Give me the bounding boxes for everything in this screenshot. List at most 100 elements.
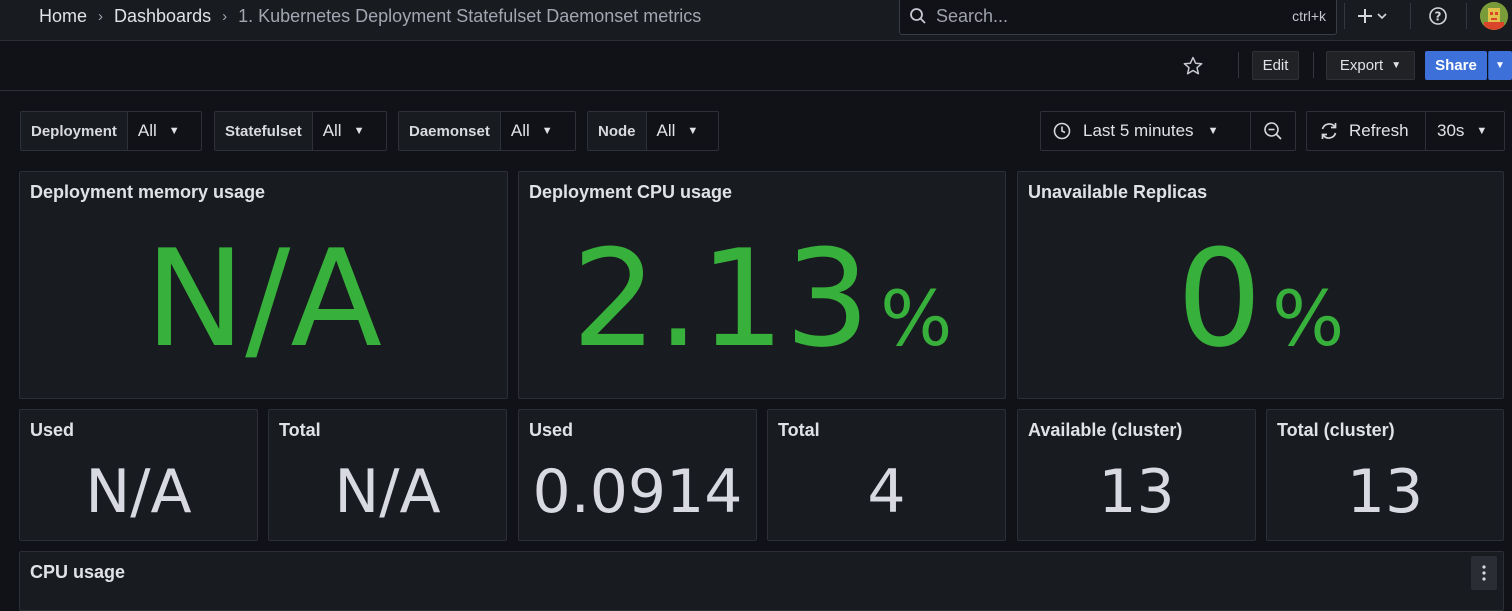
panel-title: Deployment CPU usage [529,182,733,202]
panel-title: Used [529,420,574,440]
panel-cpu-used[interactable]: Used 0.0914 [518,409,757,541]
favorite-button[interactable] [1182,55,1204,77]
share-options-button[interactable]: ▼ [1488,51,1512,80]
stat-value: N/A [85,457,192,527]
refresh-interval: 30s [1437,121,1465,140]
panel-memory-total[interactable]: Total N/A [268,409,507,541]
panel-title: Total (cluster) [1277,420,1395,440]
svg-text:?: ? [1435,10,1442,24]
panel-title: Deployment memory usage [30,182,266,202]
time-picker: Last 5 minutes ▼ [1040,111,1296,151]
stat-unit: % [880,274,953,363]
panel-deployment-cpu[interactable]: Deployment CPU usage 2.13 % [518,171,1006,399]
variable-select[interactable]: All ▼ [313,112,375,150]
star-icon [1183,56,1203,75]
stat-value: 13 [1346,457,1424,527]
variable-daemonset[interactable]: Daemonset All ▼ [398,111,576,151]
chevron-down-icon: ▼ [1476,125,1488,137]
help-button[interactable]: ? [1426,5,1450,27]
refresh-button[interactable]: Refresh [1307,112,1426,150]
chevron-down-icon: ▼ [1495,60,1505,71]
add-menu-button[interactable] [1352,4,1392,28]
refresh-interval-select[interactable]: 30s ▼ [1426,112,1504,150]
breadcrumb-current: 1. Kubernetes Deployment Statefulset Dae… [238,6,702,26]
search-icon [910,8,926,24]
chevron-down-icon: ▼ [541,125,553,137]
search-placeholder: Search... [936,6,1009,26]
stat-value: 13 [1098,457,1175,527]
divider [1344,3,1345,29]
edit-button[interactable]: Edit [1252,51,1299,80]
chevron-right-icon: › [222,8,228,25]
stat-number: 2.13 [571,221,871,377]
chevron-down-icon: ▼ [1207,125,1219,137]
breadcrumb: Home › Dashboards › 1. Kubernetes Deploy… [39,0,701,33]
plus-icon [1358,9,1387,23]
stat-unit: % [1272,274,1345,363]
panel-title: Available (cluster) [1028,420,1183,440]
variable-value: All [137,121,157,140]
variable-label: Statefulset [215,112,313,150]
variable-label: Deployment [21,112,128,150]
chevron-down-icon: ▼ [168,125,180,137]
share-button[interactable]: Share [1425,51,1487,80]
panel-title: Used [30,420,75,440]
export-label: Export [1339,57,1384,74]
chevron-down-icon: ▼ [687,125,699,137]
search-input[interactable]: Search... ctrl+k [899,0,1337,35]
stat-value: 0 % [1018,232,1503,366]
variable-select[interactable]: All ▼ [501,112,563,150]
refresh-label: Refresh [1349,121,1409,140]
breadcrumb-home[interactable]: Home [39,6,87,27]
variable-value: All [322,121,342,140]
panel-deployment-memory[interactable]: Deployment memory usage N/A [19,171,508,399]
clock-icon [1053,122,1071,140]
stat-number: 0 [1176,221,1263,377]
stat-value: 4 [867,457,906,527]
top-bar: Home › Dashboards › 1. Kubernetes Deploy… [0,0,1512,41]
variable-deployment[interactable]: Deployment All ▼ [20,111,202,151]
divider [1410,3,1411,29]
stat-value: 2.13 % [519,232,1005,366]
refresh-icon [1321,123,1337,139]
divider [1313,52,1314,78]
time-range-button[interactable]: Last 5 minutes ▼ [1041,112,1252,150]
refresh-picker: Refresh 30s ▼ [1306,111,1505,151]
divider [1466,3,1467,29]
search-shortcut: ctrl+k [1292,8,1326,24]
zoom-out-icon [1264,122,1282,140]
panel-title: Unavailable Replicas [1028,182,1208,202]
variable-select[interactable]: All ▼ [128,112,190,150]
chevron-down-icon: ▼ [1391,60,1402,71]
panel-menu-button[interactable] [1471,556,1497,590]
panel-cpu-total[interactable]: Total 4 [767,409,1006,541]
chevron-down-icon: ▼ [353,125,365,137]
variable-label: Daemonset [399,112,501,150]
panel-unavailable-replicas[interactable]: Unavailable Replicas 0 % [1017,171,1504,399]
panel-available-cluster[interactable]: Available (cluster) 13 [1017,409,1256,541]
variable-label: Node [588,112,647,150]
variable-node[interactable]: Node All ▼ [587,111,719,151]
panel-title: CPU usage [30,562,126,582]
chevron-right-icon: › [98,8,104,25]
stat-value: N/A [334,457,441,527]
time-range-label: Last 5 minutes [1083,121,1194,140]
divider [1238,52,1239,78]
variable-statefulset[interactable]: Statefulset All ▼ [214,111,387,151]
breadcrumb-dashboards[interactable]: Dashboards [114,6,211,27]
stat-value: N/A [20,232,507,366]
dashboard-toolbar: Edit Export ▼ Share ▼ [0,41,1512,91]
zoom-out-button[interactable] [1251,112,1295,150]
export-button[interactable]: Export ▼ [1326,51,1415,80]
help-icon: ? [1429,7,1447,25]
variable-select[interactable]: All ▼ [647,112,709,150]
kebab-menu-icon [1482,565,1486,581]
panel-memory-used[interactable]: Used N/A [19,409,258,541]
panel-total-cluster[interactable]: Total (cluster) 13 [1266,409,1504,541]
panel-title: Total [279,420,321,440]
panel-cpu-usage[interactable]: CPU usage [19,551,1504,611]
stat-number: N/A [144,221,383,377]
user-avatar[interactable] [1480,2,1508,30]
panel-title: Total [778,420,820,440]
stat-value: 0.0914 [532,457,743,527]
